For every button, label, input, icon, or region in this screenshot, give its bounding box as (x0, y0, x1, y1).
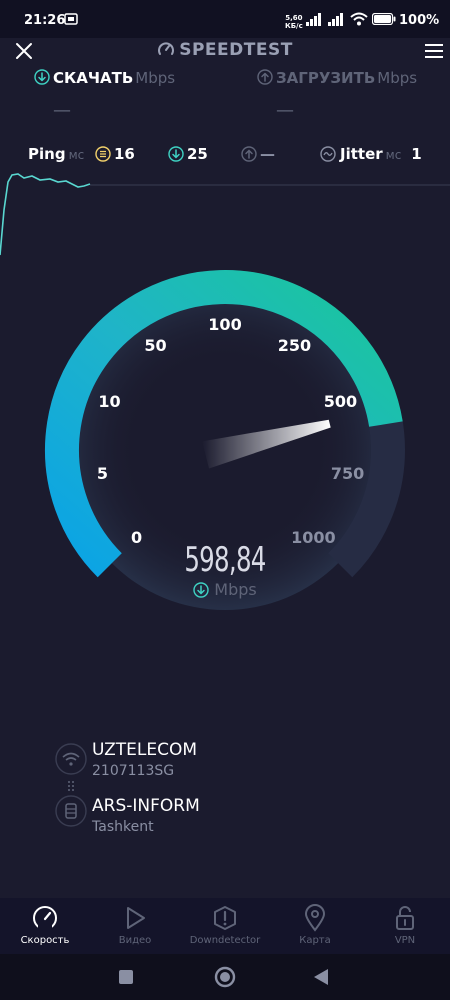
gauge-tick-label: 250 (277, 336, 312, 356)
app-title: SPEEDTEST (0, 40, 450, 60)
battery-percent: 100% (399, 13, 440, 28)
ping-idle-icon (95, 146, 111, 162)
current-speed-value: 598,84 (184, 540, 266, 580)
upload-value: — (276, 100, 294, 121)
jitter-unit: мс (385, 148, 402, 162)
upload-icon (257, 69, 273, 85)
jitter-value: 1 (411, 145, 422, 163)
nav-downdetector[interactable]: Downdetector (180, 898, 270, 954)
gauge-tick-label: 5 (96, 464, 108, 484)
download-unit: Mbps (135, 69, 176, 87)
gauge-tick-label: 750 (330, 464, 365, 484)
ping-unit: мс (68, 148, 85, 162)
ping-upload-icon (241, 146, 257, 162)
download-label: СКАЧАТЬ (53, 69, 134, 87)
battery-icon (372, 13, 396, 25)
provider-ip: 2107113SG (92, 763, 175, 779)
gauge-tick-label: 50 (144, 336, 167, 356)
status-time: 21:26 (24, 13, 66, 28)
ping-label-group: Ping мс (28, 145, 84, 163)
gauge-tick-label: 100 (208, 315, 242, 334)
speed-graph (0, 173, 450, 256)
upload-unit: Mbps (377, 69, 418, 87)
screenshot-icon (64, 13, 78, 25)
signal-icon-2 (328, 13, 343, 26)
connection-dots (68, 781, 74, 791)
back-icon[interactable] (313, 968, 329, 986)
nav-vpn[interactable]: VPN (360, 898, 450, 954)
nav-speed-label: Скорость (20, 935, 70, 946)
net-speed-value: 5,60 (285, 14, 303, 22)
gauge-tick-label: 10 (98, 392, 121, 412)
nav-map[interactable]: Карта (270, 898, 360, 954)
ping-idle: 16 (95, 145, 135, 163)
jitter-group: Jitter мс 1 (320, 145, 422, 163)
recents-icon[interactable] (118, 969, 134, 985)
menu-icon[interactable] (425, 44, 443, 58)
app-title-text: SPEEDTEST (179, 40, 293, 60)
map-pin-icon (304, 904, 326, 932)
ping-idle-value: 16 (114, 145, 135, 163)
nav-vpn-label: VPN (394, 935, 416, 946)
ping-download: 25 (168, 145, 208, 163)
upload-header: ЗАГРУЗИТЬ Mbps (257, 68, 417, 87)
ping-label: Ping (28, 145, 66, 163)
gauge-tick-label: 500 (323, 392, 358, 412)
nav-downdetector-label: Downdetector (189, 935, 261, 946)
alert-icon (214, 906, 236, 930)
current-speed-unit: Mbps (0, 580, 450, 599)
signal-icon (306, 13, 321, 26)
ping-upload: — (241, 145, 275, 163)
lock-icon (396, 906, 414, 930)
current-speed-unit-text: Mbps (214, 580, 257, 599)
ping-download-value: 25 (187, 145, 208, 163)
android-nav-bar (0, 954, 450, 1000)
server-icon (55, 795, 87, 827)
download-value: — (53, 100, 71, 121)
play-icon (127, 907, 145, 929)
ping-row: Ping мс 16 25 — Jitter мс 1 (0, 140, 450, 170)
nav-map-label: Карта (299, 935, 331, 946)
speedometer-icon (33, 906, 57, 931)
nav-video[interactable]: Видео (90, 898, 180, 954)
bottom-nav: Скорость Видео Downdetector Карта VPN (0, 898, 450, 954)
nav-speed[interactable]: Скорость (0, 898, 90, 954)
download-indicator-icon (193, 582, 209, 598)
status-net-speed: 5,60 КБ/с (285, 14, 303, 30)
provider-name: UZTELECOM (92, 740, 198, 760)
download-header: СКАЧАТЬ Mbps (34, 68, 175, 87)
speedtest-logo-icon (158, 42, 175, 55)
provider-wifi-icon (55, 743, 87, 775)
server-name[interactable]: ARS-INFORM (92, 796, 200, 816)
upload-label: ЗАГРУЗИТЬ (276, 69, 376, 87)
net-speed-unit: КБ/с (285, 22, 303, 30)
wifi-icon (350, 12, 368, 26)
jitter-label: Jitter (340, 145, 383, 163)
home-icon[interactable] (214, 966, 236, 988)
download-icon (34, 69, 50, 85)
server-location: Tashkent (92, 819, 154, 835)
nav-video-label: Видео (118, 935, 152, 946)
status-bar: 21:26 5,60 КБ/с 100% (0, 0, 450, 38)
ping-upload-value: — (260, 145, 275, 163)
jitter-icon (320, 146, 336, 162)
ping-download-icon (168, 146, 184, 162)
